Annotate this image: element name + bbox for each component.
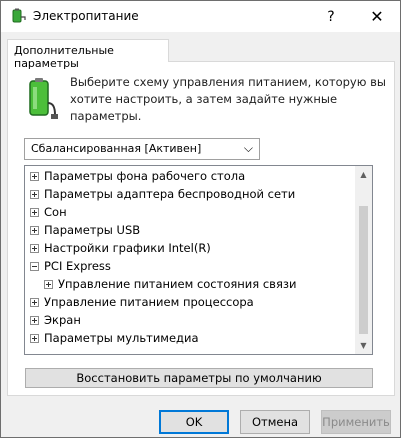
power-options-icon	[12, 8, 26, 23]
expand-plus-icon[interactable]	[30, 315, 39, 325]
tree-item[interactable]: Сон	[30, 203, 67, 221]
expand-plus-icon[interactable]	[44, 279, 53, 289]
tree-item-label: Управление питанием состояния связи	[58, 277, 297, 291]
collapse-minus-icon[interactable]	[30, 261, 39, 271]
tree-item-label: Параметры фона рабочего стола	[44, 169, 246, 183]
expand-plus-icon[interactable]	[30, 207, 39, 217]
tree-item[interactable]: Параметры фона рабочего стола	[30, 167, 245, 185]
expand-plus-icon[interactable]	[30, 225, 39, 235]
tree-item[interactable]: Параметры адаптера беспроводной сети	[30, 185, 295, 203]
tree-scrollbar[interactable]: ▲ ▼	[355, 166, 372, 354]
ok-button[interactable]: OK	[159, 410, 229, 434]
chevron-down-icon: ⌵	[243, 141, 253, 155]
apply-button[interactable]: Применить	[321, 410, 391, 434]
expand-plus-icon[interactable]	[30, 189, 39, 199]
tree-item-label: Настройки графики Intel(R)	[44, 241, 211, 255]
power-plan-select-value: Сбалансированная [Активен]	[31, 142, 202, 155]
scroll-up-arrow-icon[interactable]: ▲	[355, 166, 372, 183]
advanced-settings-panel: Выберите схему управления питанием, кото…	[7, 61, 395, 396]
tree-item-label: Сон	[44, 205, 67, 219]
expand-plus-icon[interactable]	[30, 171, 39, 181]
scrollbar-thumb[interactable]	[359, 206, 368, 334]
power-plan-select[interactable]: Сбалансированная [Активен] ⌵	[24, 138, 260, 160]
expand-plus-icon[interactable]	[30, 297, 39, 307]
title-bar[interactable]: Электропитание ? ✕	[1, 1, 400, 32]
cancel-button[interactable]: Отмена	[240, 410, 310, 434]
tree-item[interactable]: Настройки графики Intel(R)	[30, 239, 211, 257]
tree-item[interactable]: Параметры мультимедиа	[30, 329, 199, 347]
tree-item-label: Экран	[44, 313, 81, 327]
tree-item[interactable]: Управление питанием процессора	[30, 293, 254, 311]
intro-text: Выберите схему управления питанием, кото…	[70, 75, 386, 123]
power-options-window: Электропитание ? ✕ Дополнительные параме…	[0, 0, 401, 438]
restore-defaults-button[interactable]: Восстановить параметры по умолчанию	[25, 368, 373, 388]
tree-item[interactable]: PCI Express	[30, 257, 111, 275]
tree-item[interactable]: Управление питанием состояния связи	[44, 275, 296, 293]
help-button[interactable]: ?	[308, 1, 354, 32]
tree-item-label: Параметры адаптера беспроводной сети	[44, 187, 296, 201]
tree-item-label: PCI Express	[44, 259, 111, 273]
settings-tree[interactable]: Параметры фона рабочего стола Параметры …	[24, 165, 373, 355]
expand-plus-icon[interactable]	[30, 243, 39, 253]
tab-advanced-settings[interactable]: Дополнительные параметры	[7, 39, 169, 70]
expand-plus-icon[interactable]	[30, 333, 39, 343]
tree-item-label: Параметры USB	[44, 223, 141, 237]
scroll-down-arrow-icon[interactable]: ▼	[355, 337, 372, 354]
battery-plug-icon	[29, 78, 58, 119]
tree-item-label: Управление питанием процессора	[44, 295, 254, 309]
tree-item[interactable]: Экран	[30, 311, 81, 329]
tree-item[interactable]: Параметры USB	[30, 221, 140, 239]
window-title: Электропитание	[33, 9, 139, 23]
tree-item-label: Параметры мультимедиа	[44, 331, 199, 345]
close-button[interactable]: ✕	[354, 1, 400, 32]
